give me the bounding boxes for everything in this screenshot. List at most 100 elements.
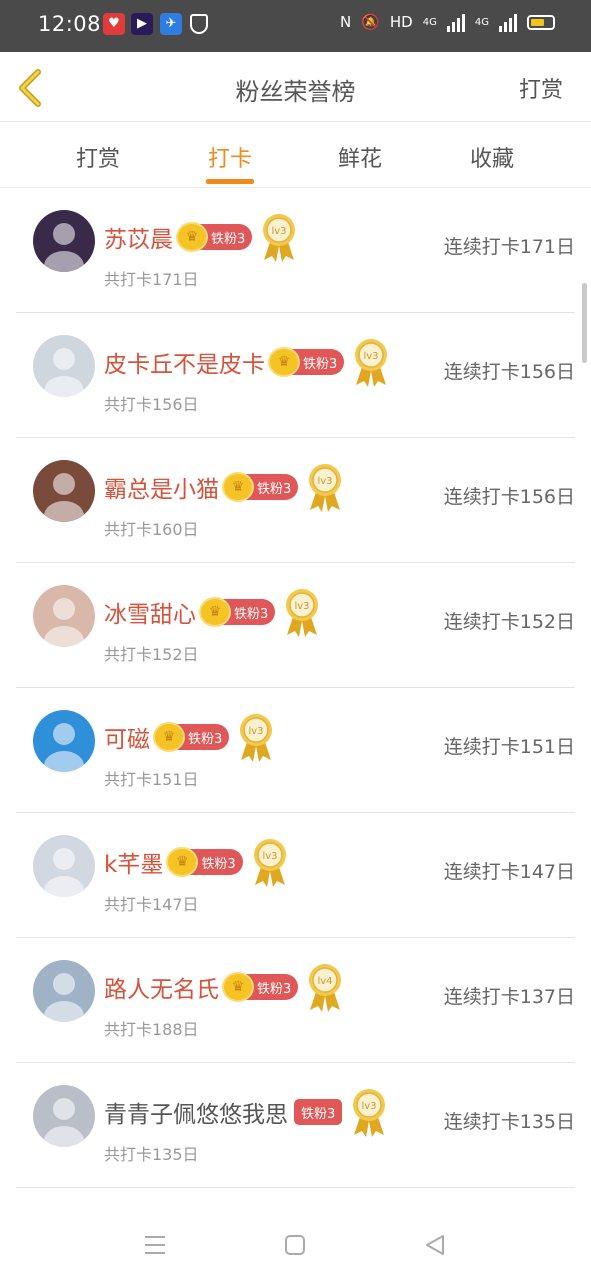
avatar[interactable]	[33, 460, 95, 522]
username[interactable]: 冰雪甜心	[104, 595, 196, 629]
fan-level-badge: ♛ 铁粉3	[222, 472, 299, 502]
status-time: 12:08	[38, 12, 102, 36]
username[interactable]: 霸总是小猫	[104, 470, 219, 504]
medal-level: lv3	[262, 851, 277, 862]
medal-level: lv3	[318, 476, 333, 487]
streak-checkin-count: 连续打卡171日	[443, 236, 575, 258]
hd-icon: HD	[389, 13, 413, 31]
medal-level: lv3	[362, 1101, 377, 1112]
medal-icon: lv3	[240, 714, 273, 762]
medal-level: lv3	[249, 726, 264, 737]
crown-icon: ♛	[153, 722, 185, 752]
list-item[interactable]: 苏苡晨 ♛ 铁粉3 lv3 共打卡171日 连续打卡171日	[16, 188, 575, 313]
back-triangle-icon[interactable]	[422, 1232, 448, 1258]
avatar[interactable]	[33, 960, 95, 1022]
tab-checkin[interactable]: 打卡	[185, 141, 275, 173]
list-item[interactable]: 皮卡丘不是皮卡 ♛ 铁粉3 lv3 共打卡156日 连续打卡156日	[16, 313, 575, 438]
medal-level: lv4	[318, 976, 333, 987]
signal-icon-1	[446, 12, 465, 32]
heart-app-icon: ♥	[103, 13, 125, 35]
avatar[interactable]	[33, 1085, 95, 1147]
total-checkin-count: 共打卡160日	[104, 520, 199, 539]
nfc-icon: N	[339, 13, 352, 31]
fan-level-badge: ♛ 铁粉3	[153, 722, 230, 752]
list-item[interactable]: 霸总是小猫 ♛ 铁粉3 lv3 共打卡160日 连续打卡156日	[16, 438, 575, 563]
avatar[interactable]	[33, 710, 95, 772]
medal-icon: lv3	[355, 339, 388, 387]
medal-icon: lv3	[263, 214, 296, 262]
username[interactable]: 可磁	[104, 720, 150, 754]
avatar[interactable]	[33, 835, 95, 897]
total-checkin-count: 共打卡147日	[104, 895, 199, 914]
system-nav-bar	[0, 1210, 591, 1280]
medal-level: lv3	[364, 351, 379, 362]
menu-icon[interactable]	[142, 1232, 168, 1258]
crown-icon: ♛	[199, 597, 231, 627]
total-checkin-count: 共打卡135日	[104, 1145, 199, 1164]
checkin-ranking-list: 苏苡晨 ♛ 铁粉3 lv3 共打卡171日 连续打卡171日 皮卡丘不是皮卡 ♛ 铁…	[0, 188, 591, 1188]
username[interactable]: k芊墨	[104, 845, 163, 879]
total-checkin-count: 共打卡188日	[104, 1020, 199, 1039]
mute-bell-icon: 🔕	[361, 13, 380, 31]
crown-icon: ♛	[176, 222, 208, 252]
fan-level-badge: 铁粉3	[294, 1099, 343, 1125]
video-app-icon: ▶	[131, 13, 153, 35]
home-square-icon[interactable]	[282, 1232, 308, 1258]
medal-icon: lv3	[286, 589, 319, 637]
total-checkin-count: 共打卡156日	[104, 395, 199, 414]
tab-flowers[interactable]: 鲜花	[315, 141, 405, 173]
travel-app-icon: ✈	[160, 13, 182, 35]
crown-icon: ♛	[222, 472, 254, 502]
avatar[interactable]	[33, 210, 95, 272]
username[interactable]: 皮卡丘不是皮卡	[104, 345, 265, 379]
crown-icon: ♛	[268, 347, 300, 377]
username[interactable]: 青青子佩悠悠我思	[104, 1095, 288, 1129]
fan-level-badge: ♛ 铁粉3	[199, 597, 276, 627]
scrollbar[interactable]	[582, 283, 587, 363]
status-bar: 12:08 ♥ ▶ ✈ N 🔕 HD 4G 4G	[0, 0, 591, 52]
medal-icon: lv3	[353, 1089, 386, 1137]
fan-level-badge: ♛ 铁粉3	[166, 847, 243, 877]
tab-reward[interactable]: 打赏	[53, 141, 143, 173]
network-type-1: 4G	[422, 16, 437, 28]
tab-favorites[interactable]: 收藏	[447, 141, 537, 173]
username[interactable]: 路人无名氏	[104, 970, 219, 1004]
crown-icon: ♛	[166, 847, 199, 877]
total-checkin-count: 共打卡171日	[104, 270, 199, 289]
fan-level-badge: ♛ 铁粉3	[176, 222, 253, 252]
list-item[interactable]: 可磁 ♛ 铁粉3 lv3 共打卡151日 连续打卡151日	[16, 688, 575, 813]
signal-icon-2	[499, 12, 517, 32]
total-checkin-count: 共打卡151日	[104, 770, 199, 789]
streak-checkin-count: 连续打卡156日	[443, 486, 575, 508]
streak-checkin-count: 连续打卡151日	[443, 736, 575, 758]
active-tab-indicator	[206, 179, 254, 184]
streak-checkin-count: 连续打卡147日	[443, 861, 575, 883]
fan-level-badge: ♛ 铁粉3	[222, 972, 299, 1002]
streak-checkin-count: 连续打卡152日	[443, 611, 575, 633]
list-item[interactable]: 冰雪甜心 ♛ 铁粉3 lv3 共打卡152日 连续打卡152日	[16, 563, 575, 688]
shield-icon	[190, 14, 208, 34]
avatar[interactable]	[33, 335, 95, 397]
list-item[interactable]: k芊墨 ♛ 铁粉3 lv3 共打卡147日 连续打卡147日	[16, 813, 575, 938]
page-title: 粉丝荣誉榜	[235, 78, 356, 106]
medal-icon: lv3	[253, 839, 286, 887]
list-item[interactable]: 路人无名氏 ♛ 铁粉3 lv4 共打卡188日 连续打卡137日	[16, 938, 575, 1063]
medal-level: lv3	[295, 601, 310, 612]
network-type-2: 4G	[474, 16, 489, 28]
list-item[interactable]: 青青子佩悠悠我思 铁粉3 lv3 共打卡135日 连续打卡135日	[16, 1063, 575, 1188]
fan-level-badge: ♛ 铁粉3	[268, 347, 345, 377]
avatar[interactable]	[33, 585, 95, 647]
crown-icon: ♛	[222, 972, 254, 1002]
streak-checkin-count: 连续打卡156日	[443, 361, 575, 383]
reward-button[interactable]: 打赏	[519, 72, 563, 104]
battery-icon	[527, 14, 555, 30]
streak-checkin-count: 连续打卡137日	[443, 986, 575, 1008]
total-checkin-count: 共打卡152日	[104, 645, 199, 664]
medal-icon: lv4	[309, 964, 342, 1012]
header: 粉丝荣誉榜 打赏	[0, 52, 591, 122]
tab-bar: 打赏 打卡 鲜花 收藏	[0, 123, 591, 188]
medal-level: lv3	[272, 226, 287, 237]
medal-icon: lv3	[309, 464, 342, 512]
streak-checkin-count: 连续打卡135日	[443, 1111, 575, 1133]
username[interactable]: 苏苡晨	[104, 220, 173, 254]
